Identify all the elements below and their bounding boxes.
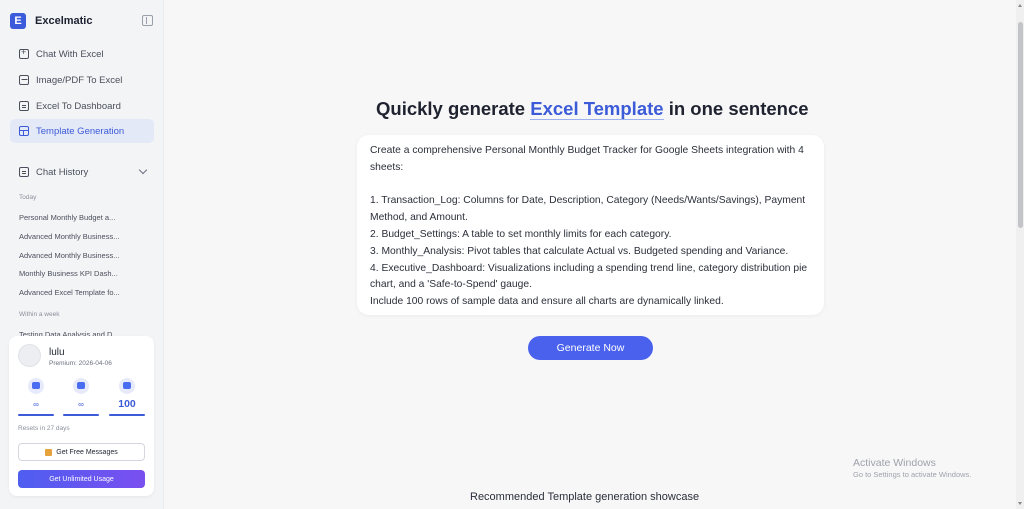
history-item[interactable]: Advanced Monthly Business... [19,251,149,260]
chat-history-toggle[interactable]: Chat History [10,162,154,182]
user-plan: Premium: 2026-04-06 [49,360,112,367]
nav-item-image-pdf-to-excel[interactable]: Image/PDF To Excel [10,68,154,92]
activate-windows-title: Activate Windows [853,457,936,469]
sidebar: E Excelmatic Chat With Excel Image/PDF T… [0,0,164,509]
history-icon [19,167,29,177]
scroll-down-icon[interactable] [1018,502,1022,505]
excelmatic-logo-icon: E [10,13,26,29]
quota-images: ∞ [63,378,99,416]
get-unlimited-usage-button[interactable]: Get Unlimited Usage [18,470,145,488]
nav-label: Image/PDF To Excel [36,74,123,86]
brand-name: Excelmatic [35,15,93,27]
quota-value: 100 [118,398,136,410]
quota-value: ∞ [33,400,39,409]
history-section-today: Today [19,194,37,201]
message-icon [28,378,44,394]
history-item[interactable]: Personal Monthly Budget a... [19,213,149,222]
dashboard-icon [19,101,29,111]
headline-post: in one sentence [663,98,809,119]
quota-messages: ∞ [18,378,54,416]
scroll-up-icon[interactable] [1018,4,1022,7]
quota-bar [63,414,99,416]
history-item[interactable]: Monthly Business KPI Dash... [19,269,149,278]
chat-plus-icon [19,47,29,59]
user-name: lulu [49,347,65,358]
template-grid-icon [19,126,29,136]
page-title: Quickly generate Excel Template in one s… [376,98,809,120]
chat-history-title: Chat History [36,166,89,178]
nav-item-template-generation[interactable]: Template Generation [10,119,154,143]
image-icon [19,75,29,85]
button-label: Get Free Messages [56,448,118,456]
nav-item-chat-with-excel[interactable]: Chat With Excel [10,42,154,66]
quota-value: ∞ [78,400,84,409]
scroll-thumb[interactable] [1017,22,1023,228]
prompt-text[interactable]: Create a comprehensive Personal Monthly … [370,143,818,311]
quota-bar [18,414,54,416]
gift-icon [45,448,53,456]
avatar[interactable] [18,344,41,367]
headline-pre: Quickly generate [376,98,531,119]
brand[interactable]: E Excelmatic [10,12,92,30]
history-section-week: Within a week [19,311,60,318]
sidebar-collapse-icon[interactable] [142,15,153,26]
headline-accent: Excel Template [530,98,664,120]
prompt-input[interactable]: Create a comprehensive Personal Monthly … [357,135,824,315]
showcase-title: Recommended Template generation showcase [470,491,700,503]
quota-bar [109,414,145,416]
get-free-messages-button[interactable]: Get Free Messages [18,443,145,461]
chart-icon [119,378,135,394]
resets-text: Resets in 27 days [18,425,70,432]
history-item[interactable]: Advanced Monthly Business... [19,232,149,241]
image-icon [73,378,89,394]
nav-label: Template Generation [36,125,125,137]
history-item[interactable]: Advanced Excel Template fo... [19,288,149,297]
activate-windows-subtitle: Go to Settings to activate Windows. [853,470,972,479]
nav-label: Excel To Dashboard [36,100,121,112]
user-card: lulu Premium: 2026-04-06 ∞ ∞ 100 Resets … [9,336,154,496]
quota-dashboards: 100 [109,378,145,416]
nav-item-excel-to-dashboard[interactable]: Excel To Dashboard [10,94,154,118]
nav-label: Chat With Excel [36,48,104,60]
generate-now-button[interactable]: Generate Now [528,336,653,360]
scrollbar[interactable] [1016,0,1024,509]
chevron-down-icon [138,165,148,175]
